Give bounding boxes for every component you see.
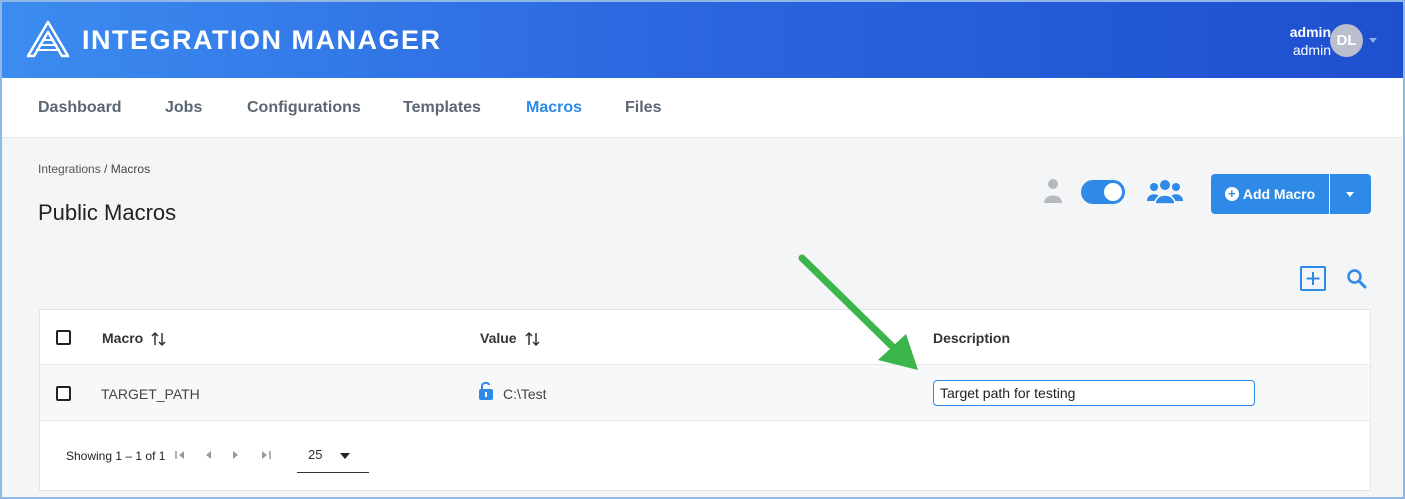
app-title: INTEGRATION MANAGER [82, 25, 442, 55]
user-role: admin [1292, 42, 1331, 58]
page-size-select[interactable]: 25 [297, 439, 369, 473]
column-header-value: Value [480, 330, 517, 346]
add-macro-button[interactable]: + Add Macro [1211, 174, 1329, 214]
prev-page-icon[interactable] [202, 449, 214, 461]
add-macro-dropdown[interactable] [1330, 174, 1371, 214]
sort-icon[interactable] [151, 331, 167, 347]
main-nav: Dashboard Jobs Configurations Templates … [2, 78, 1403, 138]
column-header-description: Description [933, 330, 1011, 346]
chevron-down-icon[interactable] [1369, 38, 1377, 43]
breadcrumb: Integrations / Macros [38, 162, 150, 176]
plus-icon [1306, 272, 1320, 285]
page-size-value: 25 [308, 447, 323, 462]
users-group-icon[interactable] [1146, 179, 1184, 205]
breadcrumb-integrations[interactable]: Integrations [38, 162, 101, 176]
macros-table: Macro Value Description TARGET_PATH C:\T… [39, 309, 1371, 491]
tab-dashboard[interactable]: Dashboard [38, 99, 122, 117]
breadcrumb-current: Macros [110, 162, 151, 176]
description-input[interactable] [933, 380, 1255, 406]
breadcrumb-separator: / [100, 162, 111, 176]
tab-macros[interactable]: Macros [526, 99, 582, 117]
app-logo-icon [26, 20, 70, 58]
add-row-button[interactable] [1300, 266, 1326, 291]
macro-value-cell: C:\Test [503, 386, 547, 402]
caret-down-icon [340, 453, 350, 459]
lock-open-icon[interactable] [478, 381, 494, 401]
select-all-checkbox[interactable] [56, 330, 71, 345]
tab-jobs[interactable]: Jobs [165, 99, 202, 117]
tab-files[interactable]: Files [625, 99, 661, 117]
plus-circle-icon: + [1224, 187, 1239, 201]
user-menu[interactable]: admin admin [1290, 23, 1331, 59]
user-icon[interactable] [1043, 178, 1063, 204]
pagination-summary: Showing 1 – 1 of 1 [66, 449, 166, 463]
caret-down-icon [1346, 192, 1354, 197]
app-window: INTEGRATION MANAGER admin admin DL Dashb… [0, 0, 1405, 499]
macro-name-cell: TARGET_PATH [101, 386, 200, 402]
avatar[interactable]: DL [1330, 24, 1363, 57]
toggle-knob [1104, 183, 1122, 201]
app-header: INTEGRATION MANAGER admin admin DL [2, 2, 1403, 78]
last-page-icon[interactable] [260, 449, 272, 461]
tab-templates[interactable]: Templates [403, 99, 481, 117]
table-row[interactable]: TARGET_PATH C:\Test [40, 365, 1370, 421]
page-title: Public Macros [38, 200, 177, 225]
next-page-icon[interactable] [230, 449, 242, 461]
first-page-icon[interactable] [174, 449, 186, 461]
sort-icon[interactable] [525, 331, 541, 347]
table-footer: Showing 1 – 1 of 1 25 [40, 421, 1370, 491]
search-icon[interactable] [1346, 268, 1368, 290]
add-macro-label: Add Macro [1242, 186, 1316, 202]
column-header-macro: Macro [102, 330, 144, 346]
tab-configurations[interactable]: Configurations [247, 99, 361, 117]
public-private-toggle[interactable] [1081, 180, 1125, 204]
user-name: admin [1289, 24, 1331, 40]
table-header: Macro Value Description [40, 310, 1370, 365]
row-checkbox[interactable] [56, 386, 71, 401]
